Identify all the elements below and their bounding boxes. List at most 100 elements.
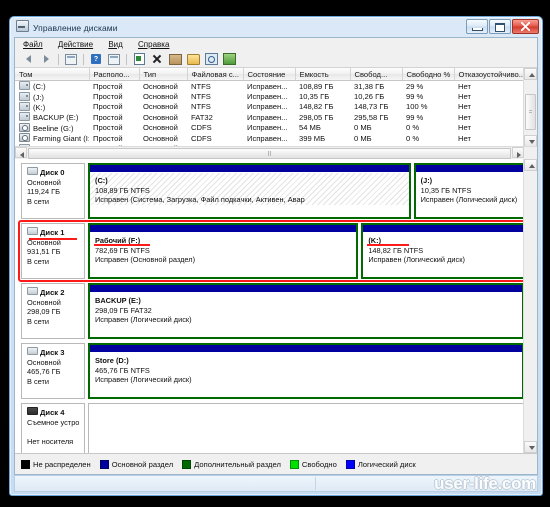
volume-layout-cell: Простой [93, 92, 123, 102]
disk-info-panel[interactable]: Диск 1 Основной 931,51 ГБ В сети [21, 223, 85, 279]
volume-list-horizontal-scrollbar[interactable] [15, 146, 537, 159]
menu-item-action[interactable]: Действие [58, 40, 93, 49]
legend-swatch [289, 459, 299, 469]
configure-button[interactable] [221, 52, 237, 67]
menu-item-view[interactable]: Вид [108, 40, 122, 49]
column-header-6[interactable]: Свобод... [350, 68, 403, 81]
scroll-up-button[interactable] [524, 159, 537, 171]
back-button[interactable] [20, 52, 36, 67]
scroll-left-button[interactable] [15, 147, 27, 158]
disk-type: Основной [27, 297, 61, 307]
disk-management-icon [16, 20, 29, 32]
scroll-up-button[interactable] [524, 68, 537, 80]
table-row[interactable]: Farming Giant (I:) Простой Основной CDFS Исп… [15, 133, 524, 143]
disk-row-1[interactable]: Диск 1 Основной 931,51 ГБ В сети Рабочий (F:… [18, 220, 527, 282]
volume-type-cell: Основной [143, 133, 178, 143]
watermark: user-life.com [434, 474, 536, 493]
scroll-right-button[interactable] [512, 147, 524, 158]
volume-layout-cell: Простой [93, 112, 123, 122]
column-header-5[interactable]: Емкость [295, 68, 351, 81]
volume-capacity-cell: 54 МБ [299, 123, 321, 133]
volume-table: Том Располо... Тип Файловая с... Состояние Ем… [15, 68, 524, 147]
table-row[interactable]: (K:) Простой Основной NTFS Исправен... 148,82… [15, 101, 524, 112]
volume-list-vertical-scrollbar[interactable] [523, 68, 537, 147]
volume-table-header-row: Том Располо... Тип Файловая с... Состояние Ем… [15, 68, 524, 81]
menu-item-help[interactable]: Справка [138, 40, 169, 49]
configure-icon [222, 53, 236, 65]
volume-fault-tolerance-cell: Нет [458, 92, 471, 102]
open-folder-button[interactable] [185, 52, 201, 67]
disk-row-3[interactable]: Диск 3 Основной 465,76 ГБ В сети Store (D:) 4… [21, 343, 524, 399]
table-row[interactable]: BACKUP (E:) Простой Основной FAT32 Исправен.… [15, 112, 524, 122]
disk-management-window: Управление дисками Файл Действие Вид Спр… [9, 16, 543, 496]
disk-info-panel[interactable]: Диск 0 Основной 119,24 ГБ В сети [21, 163, 85, 219]
column-header-3[interactable]: Файловая с... [187, 68, 244, 81]
partition-2-0[interactable]: BACKUP (E:) 298,09 ГБ FAT32 Исправен (Логи… [88, 283, 524, 339]
volume-name-cell: (C:) [15, 81, 89, 92]
legend-item-2: Дополнительный раздел [182, 459, 281, 469]
column-header-7[interactable]: Свободно % [402, 68, 455, 81]
forward-button[interactable] [38, 52, 54, 67]
volume-status-cell: Исправен... [247, 81, 288, 91]
volume-free-percent-cell: 99 % [406, 112, 424, 122]
rescan-disks-button[interactable] [203, 52, 219, 67]
disk-info-panel[interactable]: Диск 3 Основной 465,76 ГБ В сети [21, 343, 85, 399]
partition-3-0[interactable]: Store (D:) 465,76 ГБ NTFS Исправен (Логиче… [88, 343, 524, 399]
disk-graphical-viewport: Диск 0 Основной 119,24 ГБ В сети (C:) 108,89 … [15, 159, 527, 453]
column-header-0[interactable]: Том [15, 68, 90, 81]
properties-button[interactable] [131, 52, 147, 67]
volume-status-cell: Исправен... [247, 102, 288, 112]
toolbar: ? [15, 51, 537, 68]
minimize-button[interactable] [466, 19, 488, 34]
menu-item-help-label: Справка [138, 40, 170, 49]
drive-button[interactable] [167, 52, 183, 67]
disk-row-2[interactable]: Диск 2 Основной 298,09 ГБ В сети BACKUP (E:)… [21, 283, 524, 339]
column-header-1[interactable]: Располо... [89, 68, 140, 81]
legend-label: Свободно [301, 459, 337, 469]
partition-usage-bar [90, 345, 522, 353]
delete-button[interactable] [149, 52, 165, 67]
back-arrow-icon [25, 55, 31, 63]
disk-view-vertical-scrollbar[interactable] [523, 159, 537, 453]
table-row[interactable]: (C:) Простой Основной NTFS Исправен... 108,89… [15, 81, 524, 92]
scrollbar-thumb[interactable] [525, 94, 536, 130]
show-hide-action-pane-button[interactable] [106, 52, 122, 67]
maximize-button[interactable] [489, 19, 511, 34]
disk-info-panel[interactable]: Диск 4 Съемное устро Нет носителя [21, 403, 85, 453]
show-hide-console-tree-button[interactable] [63, 52, 79, 67]
volume-free-cell: 10,26 ГБ [354, 92, 385, 102]
partition-details: Store (D:) 465,76 ГБ NTFS Исправен (Логиче… [90, 353, 522, 385]
scroll-down-button[interactable] [524, 441, 537, 453]
column-header-4[interactable]: Состояние [243, 68, 296, 81]
partition-0-0[interactable]: (C:) 108,89 ГБ NTFS Исправен (Система, Заг… [88, 163, 411, 219]
menu-item-file[interactable]: Файл [23, 40, 43, 49]
legend-swatch [182, 459, 192, 469]
partition-1-0[interactable]: Рабочий (F:) 782,69 ГБ NTFS Исправен (Осно… [88, 223, 359, 279]
partition-4-0[interactable] [88, 403, 524, 453]
chevron-up-icon [528, 164, 535, 168]
column-header-8[interactable]: Отказоустойчиво... [454, 68, 524, 81]
disk-row-0[interactable]: Диск 0 Основной 119,24 ГБ В сети (C:) 108,89 … [21, 163, 527, 219]
close-button[interactable] [512, 19, 539, 34]
volume-table-body: (C:) Простой Основной NTFS Исправен... 108,89… [15, 81, 524, 147]
disk-partitions: Store (D:) 465,76 ГБ NTFS Исправен (Логиче… [88, 343, 524, 399]
close-icon [521, 22, 530, 31]
partition-status: Исправен (Основной раздел) [95, 255, 196, 264]
disk-info-panel[interactable]: Диск 2 Основной 298,09 ГБ В сети [21, 283, 85, 339]
show-hide-console-tree-icon [65, 53, 77, 65]
partition-usage-bar [90, 285, 522, 293]
scrollbar-thumb-horizontal[interactable] [28, 148, 511, 159]
partition-1-1[interactable]: (K:) 148,82 ГБ NTFS Исправен (Логический д… [361, 223, 527, 279]
disk-icon [27, 347, 38, 355]
column-header-2[interactable]: Тип [139, 68, 188, 81]
partition-0-1[interactable]: (J:) 10,35 ГБ NTFS Исправен (Логический ди… [413, 163, 527, 219]
disk-row-4[interactable]: Диск 4 Съемное устро Нет носителя [21, 403, 524, 453]
table-row[interactable]: Beeline (G:) Простой Основной CDFS Исправен.… [15, 122, 524, 133]
help-button[interactable]: ? [88, 52, 104, 67]
table-row[interactable]: (J:) Простой Основной NTFS Исправен... 10,35 … [15, 91, 524, 102]
volume-capacity-cell: 108,89 ГБ [299, 81, 334, 91]
legend-item-4: Логический диск [345, 459, 416, 469]
legend-item-1: Основной раздел [99, 459, 173, 469]
forward-arrow-icon [43, 55, 49, 63]
partition-size-fs: 108,89 ГБ NTFS [95, 185, 150, 195]
